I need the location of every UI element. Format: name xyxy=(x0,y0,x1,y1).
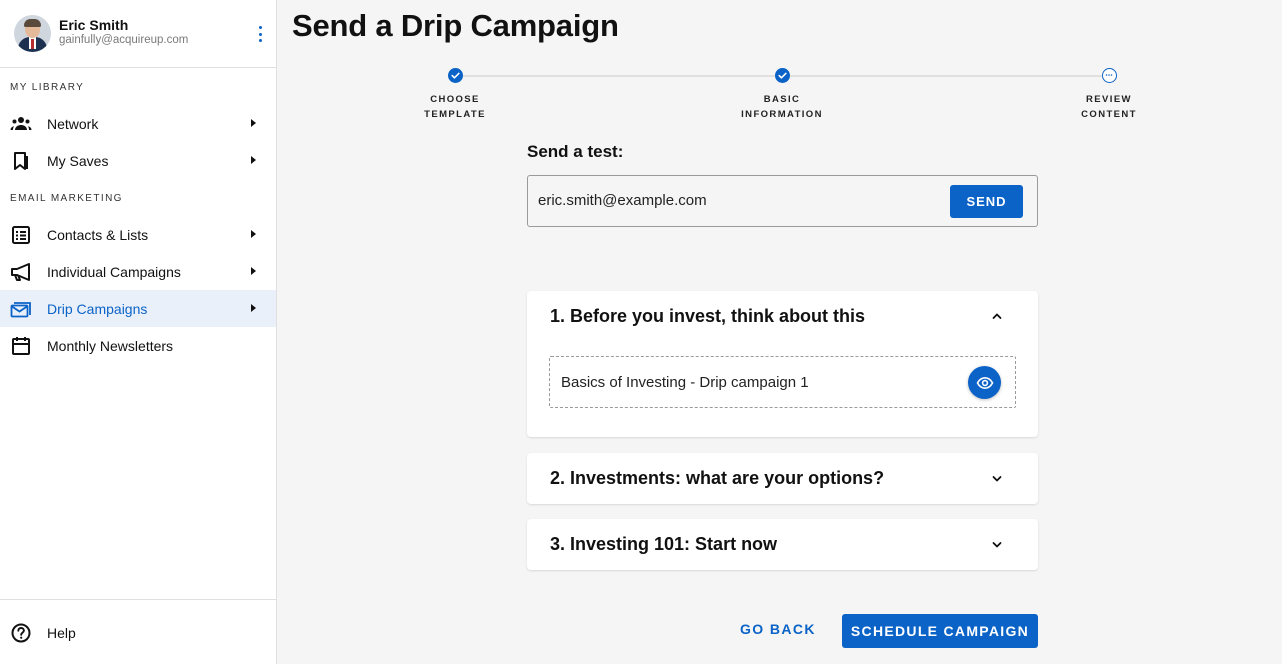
sidebar-item-monthly-newsletters[interactable]: Monthly Newsletters xyxy=(0,327,276,364)
campaign-email-card[interactable]: 3. Investing 101: Start now xyxy=(527,519,1038,570)
chevron-down-icon[interactable] xyxy=(992,474,1002,484)
campaign-email-title[interactable]: 2. Investments: what are your options? xyxy=(550,468,884,489)
sidebar-item-help[interactable]: Help xyxy=(0,614,276,651)
sidebar-item-label: Contacts & Lists xyxy=(47,226,149,243)
go-back-button[interactable]: GO BACK xyxy=(740,621,816,637)
megaphone-icon xyxy=(10,261,32,283)
section-label-email-marketing: EMAIL MARKETING xyxy=(10,193,123,204)
test-email-input[interactable]: eric.smith@example.com xyxy=(538,192,707,209)
step-label-choose-template[interactable]: CHOOSE TEMPLATE xyxy=(395,92,515,122)
expand-arrow-icon xyxy=(251,230,256,238)
sidebar-item-my-saves[interactable]: My Saves xyxy=(0,142,276,179)
campaign-email-card: 1. Before you invest, think about this B… xyxy=(527,291,1038,437)
profile-name: Eric Smith xyxy=(59,16,129,33)
help-icon xyxy=(10,622,32,644)
expand-arrow-icon xyxy=(251,304,256,312)
test-email-field[interactable]: eric.smith@example.com SEND xyxy=(527,175,1038,227)
section-label-my-library: MY LIBRARY xyxy=(10,82,85,93)
bookmark-icon xyxy=(10,150,32,172)
campaign-email-item: Basics of Investing - Drip campaign 1 xyxy=(549,356,1016,408)
eye-icon xyxy=(976,376,993,389)
sidebar-item-drip-campaigns[interactable]: Drip Campaigns xyxy=(0,290,276,327)
step-complete-icon xyxy=(448,68,463,83)
divider xyxy=(0,599,276,600)
step-label-basic-information[interactable]: BASIC INFORMATION xyxy=(722,92,842,122)
calendar-icon xyxy=(10,335,32,357)
expand-arrow-icon xyxy=(251,119,256,127)
schedule-campaign-button[interactable]: SCHEDULE CAMPAIGN xyxy=(842,614,1038,648)
sidebar: Eric Smith gainfully@acquireup.com MY LI… xyxy=(0,0,277,664)
chevron-up-icon[interactable] xyxy=(992,311,1002,321)
campaign-email-card[interactable]: 2. Investments: what are your options? xyxy=(527,453,1038,504)
expand-arrow-icon xyxy=(251,156,256,164)
step-current-icon xyxy=(1102,68,1117,83)
page-title: Send a Drip Campaign xyxy=(292,8,619,43)
campaign-email-title[interactable]: 1. Before you invest, think about this xyxy=(550,306,865,327)
sidebar-item-network[interactable]: Network xyxy=(0,105,276,142)
mail-icon xyxy=(10,298,32,320)
sidebar-item-contacts-lists[interactable]: Contacts & Lists xyxy=(0,216,276,253)
step-complete-icon xyxy=(775,68,790,83)
avatar[interactable] xyxy=(14,15,51,52)
profile-header: Eric Smith gainfully@acquireup.com xyxy=(0,0,276,68)
more-options-icon[interactable] xyxy=(255,26,265,42)
people-icon xyxy=(10,113,32,135)
profile-email: gainfully@acquireup.com xyxy=(59,33,189,46)
list-icon xyxy=(10,224,32,246)
sidebar-item-label: My Saves xyxy=(47,152,109,169)
sidebar-item-label: Help xyxy=(47,624,76,641)
sidebar-item-label: Drip Campaigns xyxy=(47,300,148,317)
sidebar-item-label: Network xyxy=(47,115,99,132)
sidebar-item-label: Individual Campaigns xyxy=(47,263,181,280)
step-label-review-content[interactable]: REVIEW CONTENT xyxy=(1049,92,1169,122)
sidebar-item-label: Monthly Newsletters xyxy=(47,337,174,354)
campaign-email-title[interactable]: 3. Investing 101: Start now xyxy=(550,534,777,555)
preview-button[interactable] xyxy=(968,366,1001,399)
stepper-connector xyxy=(462,75,776,77)
send-test-button[interactable]: SEND xyxy=(950,185,1023,218)
stepper-connector xyxy=(790,75,1102,77)
campaign-email-name: Basics of Investing - Drip campaign 1 xyxy=(561,374,809,391)
send-test-heading: Send a test: xyxy=(527,142,624,161)
sidebar-item-individual-campaigns[interactable]: Individual Campaigns xyxy=(0,253,276,290)
expand-arrow-icon xyxy=(251,267,256,275)
chevron-down-icon[interactable] xyxy=(992,540,1002,550)
